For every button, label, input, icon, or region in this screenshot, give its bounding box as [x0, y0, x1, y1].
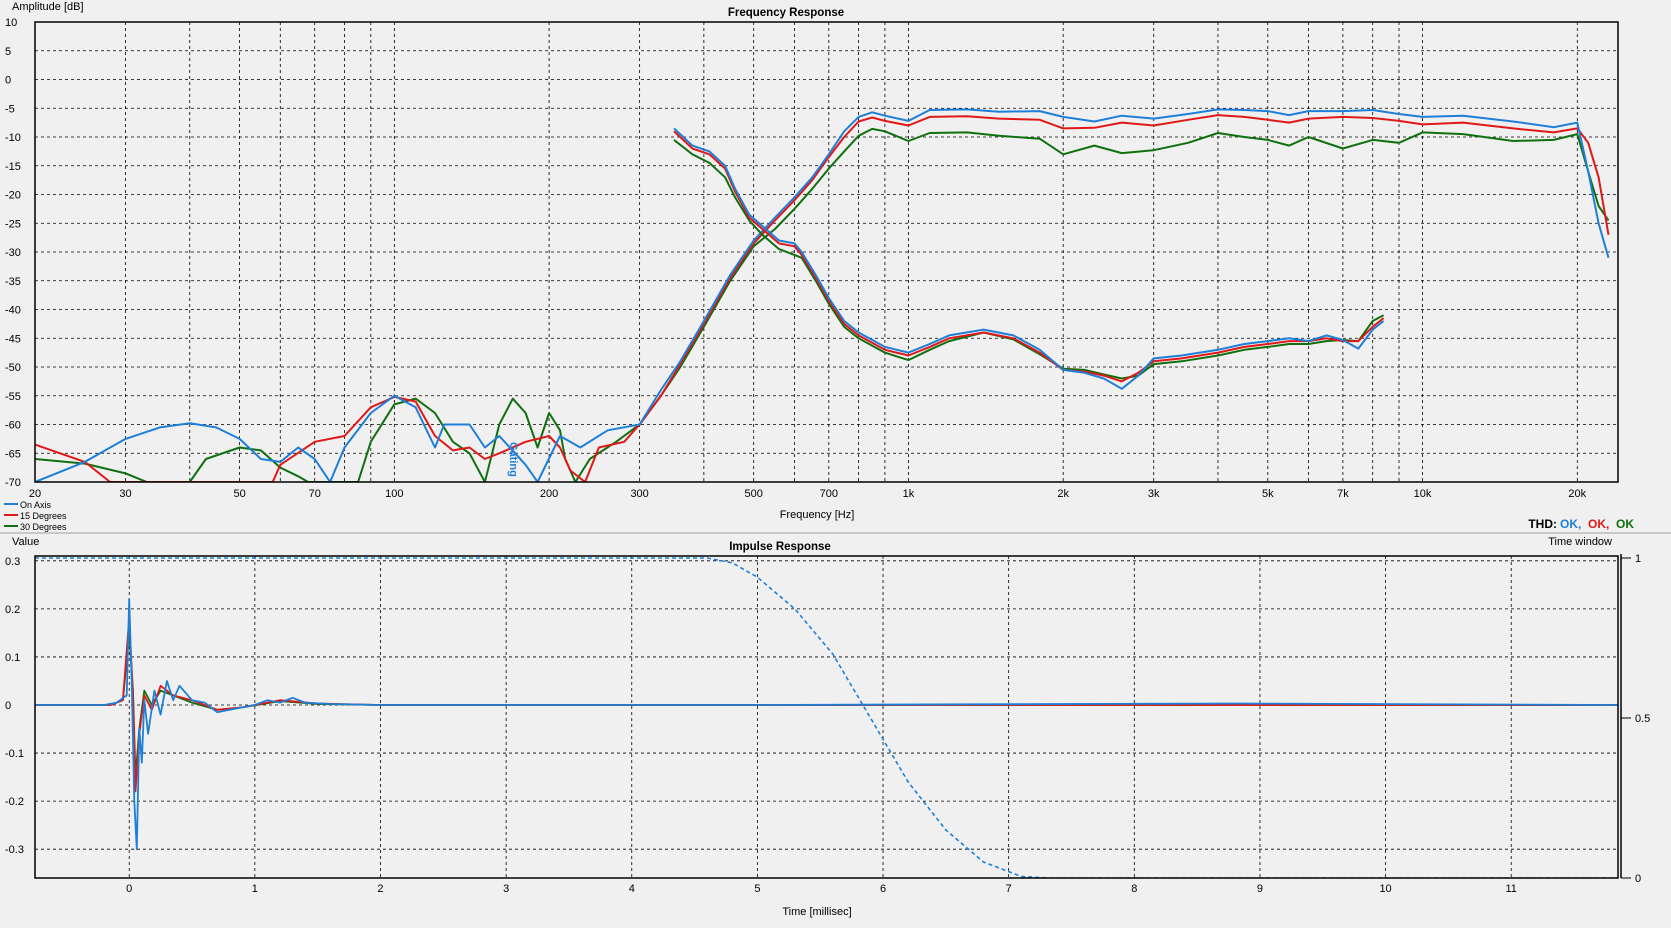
fr-x-tick-label: 50 — [233, 488, 245, 500]
thd-status: THD: OK, OK, OK — [1528, 517, 1634, 531]
ir-y-tick-label: 0 — [5, 700, 11, 712]
thd-30-degrees: OK — [1616, 517, 1634, 531]
fr-x-tick-label: 10k — [1414, 488, 1432, 500]
ir-y-tick-label: -0.2 — [5, 796, 24, 808]
legend-15-degrees: 15 Degrees — [20, 511, 67, 521]
ir-x-tick-label: 8 — [1131, 883, 1137, 895]
ir-x-tick-label: 1 — [252, 883, 258, 895]
thd-on-axis: OK, — [1560, 517, 1581, 531]
fr-y-tick-label: 0 — [5, 75, 11, 87]
fr-y-tick-label: -50 — [5, 362, 21, 374]
fr-y-tick-label: -65 — [5, 448, 21, 460]
ir-y-tick-label: 0.1 — [5, 652, 20, 664]
ir-x-axis-label: Time [millisec] — [782, 906, 851, 918]
fr-y-tick-label: -10 — [5, 132, 21, 144]
ir-x-tick-label: 2 — [377, 883, 383, 895]
legend-on-axis: On Axis — [20, 500, 52, 510]
ir-y2-tick-label: 0 — [1635, 873, 1641, 885]
ir-x-tick-label: 11 — [1505, 883, 1516, 895]
fr-x-tick-label: 7k — [1337, 488, 1349, 500]
fr-y-tick-label: -55 — [5, 391, 21, 403]
fr-x-tick-label: 30 — [119, 488, 131, 500]
ir-x-tick-label: 9 — [1257, 883, 1263, 895]
ir-y2-tick-label: 1 — [1635, 553, 1641, 565]
fr-y-tick-label: -60 — [5, 420, 21, 432]
fr-y-tick-label: -15 — [5, 161, 21, 173]
ir-x-tick-label: 10 — [1379, 883, 1391, 895]
fr-x-tick-label: 5k — [1262, 488, 1274, 500]
fr-y-tick-label: -5 — [5, 103, 15, 115]
ir-y-tick-label: -0.1 — [5, 748, 24, 760]
gating-annotation: Gating — [507, 442, 519, 477]
fr-y-tick-label: -25 — [5, 218, 21, 230]
ir-x-tick-label: 5 — [754, 883, 760, 895]
ir-y2-tick-label: 0.5 — [1635, 713, 1650, 725]
measurement-window: 10 5 0 -5 -10 -15 -20 -25 -30 -35 -40 -45 -50 -55 -60-… — [0, 0, 1671, 928]
ir-x-tick-label: 0 — [126, 883, 132, 895]
ir-x-tick-label: 3 — [503, 883, 509, 895]
fr-x-tick-label: 70 — [309, 488, 321, 500]
fr-x-tick-label: 500 — [744, 488, 762, 500]
fr-y-tick-label: -35 — [5, 276, 21, 288]
fr-x-tick-label: 1k — [903, 488, 915, 500]
ir-x-tick-label: 6 — [880, 883, 886, 895]
fr-y-axis-label: Amplitude [dB] — [12, 1, 84, 13]
ir-y-axis-label: Value — [12, 536, 39, 548]
ir-y-tick-label: 0.2 — [5, 604, 20, 616]
fr-x-tick-label: 20 — [29, 488, 41, 500]
ir-y-tick-label: -0.3 — [5, 844, 24, 856]
ir-title: Impulse Response — [729, 541, 831, 553]
fr-y-tick-label: 10 — [5, 17, 17, 29]
thd-label: THD: — [1528, 517, 1557, 531]
ir-y-tick-label: 0.3 — [5, 556, 20, 568]
fr-x-tick-label: 100 — [385, 488, 403, 500]
fr-y-tick-label: -40 — [5, 305, 21, 317]
chart-canvas: 1050-5-10-15-20-25-30-35-40-45-50-55-60-… — [0, 0, 1671, 928]
fr-y-tick-label: -45 — [5, 333, 21, 345]
ir-x-tick-label: 4 — [629, 883, 635, 895]
fr-x-tick-label: 3k — [1148, 488, 1160, 500]
fr-x-tick-label: 700 — [820, 488, 838, 500]
legend-30-degrees: 30 Degrees — [20, 522, 67, 532]
thd-15-degrees: OK, — [1588, 517, 1609, 531]
fr-y-tick-label: -30 — [5, 247, 21, 259]
fr-x-tick-label: 20k — [1568, 488, 1586, 500]
fr-x-tick-label: 200 — [540, 488, 558, 500]
ir-y2-axis-label: Time window — [1548, 536, 1612, 548]
ir-x-tick-label: 7 — [1006, 883, 1012, 895]
fr-x-tick-label: 300 — [630, 488, 648, 500]
fr-y-tick-label: -70 — [5, 477, 21, 489]
fr-x-axis-label: Frequency [Hz] — [780, 509, 855, 521]
fr-title: Frequency Response — [728, 7, 844, 19]
fr-y-tick-label: -20 — [5, 190, 21, 202]
fr-y-tick-label: 5 — [5, 46, 11, 58]
fr-x-tick-label: 2k — [1057, 488, 1069, 500]
